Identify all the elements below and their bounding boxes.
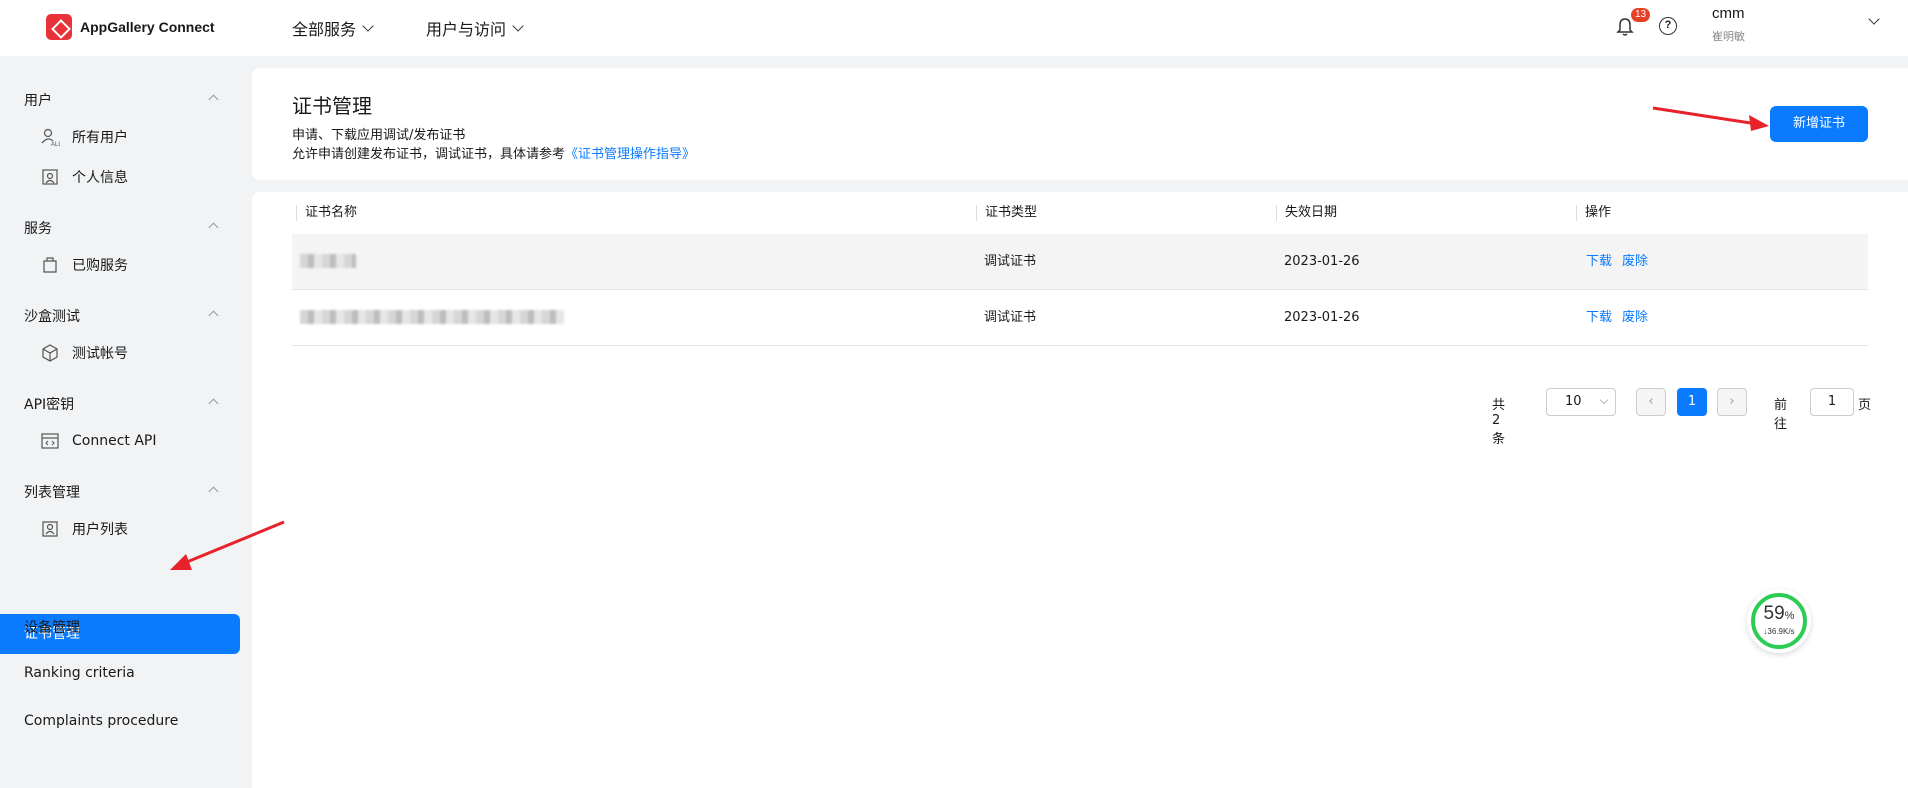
sidebar-item-label: 所有用户 xyxy=(72,130,128,146)
chevron-down-icon xyxy=(362,19,374,32)
sidebar-item-ranking-criteria[interactable]: Ranking criteria xyxy=(24,665,135,681)
user-name: cmm xyxy=(1712,5,1745,22)
sidebar-group-api-keys[interactable]: API密钥 xyxy=(24,394,74,414)
page-size-select[interactable]: 10 xyxy=(1546,388,1616,416)
speed-percent-unit: % xyxy=(1784,610,1795,622)
page-description: 申请、下载应用调试/发布证书 xyxy=(292,128,466,143)
nav-all-services-label: 全部服务 xyxy=(292,20,357,39)
app-name: AppGallery Connect xyxy=(80,19,215,35)
sidebar-item-all-users[interactable]: ALL 所有用户 xyxy=(40,127,128,147)
nav-users-access[interactable]: 用户与访问 xyxy=(426,16,524,40)
certificate-name-redacted xyxy=(300,254,356,268)
user-subname: 崔明敏 xyxy=(1712,30,1745,43)
page-description-text: 允许申请创建发布证书，调试证书，具体请参考 xyxy=(292,147,566,162)
sidebar-item-purchased-services[interactable]: 已购服务 xyxy=(40,255,128,275)
code-window-icon xyxy=(41,433,59,449)
current-page-button[interactable]: 1 xyxy=(1677,388,1707,416)
page-description-2: 允许申请创建发布证书，调试证书，具体请参考《证书管理操作指导》 xyxy=(292,143,695,162)
table-row: 调试证书 2023-01-26 下载 废除 xyxy=(292,290,1868,346)
sidebar-item-label: 用户列表 xyxy=(72,522,128,538)
column-header-type: 证书类型 xyxy=(976,205,1037,221)
column-header-name: 证书名称 xyxy=(296,205,357,221)
notification-badge: 13 xyxy=(1631,8,1651,22)
download-link[interactable]: 下载 xyxy=(1586,310,1612,325)
chevron-up-icon[interactable] xyxy=(208,398,219,409)
certificate-expiry: 2023-01-26 xyxy=(1284,254,1360,269)
sidebar-item-label: 已购服务 xyxy=(72,258,128,274)
sidebar-group-list-management[interactable]: 列表管理 xyxy=(24,482,80,502)
sidebar-item-test-accounts[interactable]: 测试帐号 xyxy=(40,343,128,363)
sidebar: 用户 ALL 所有用户 个人信息 服务 已购服务 沙盒测试 测试帐号 API密钥… xyxy=(0,56,252,788)
sidebar-item-label: 个人信息 xyxy=(72,170,128,186)
page-suffix-label: 页 xyxy=(1858,398,1872,413)
cube-icon xyxy=(42,344,58,362)
column-header-actions: 操作 xyxy=(1576,205,1611,221)
help-icon[interactable]: ? xyxy=(1659,17,1677,35)
network-speed-widget[interactable]: 59% ↓36.9K/s xyxy=(1747,589,1811,653)
download-link[interactable]: 下载 xyxy=(1586,254,1612,269)
svg-text:ALL: ALL xyxy=(51,142,60,147)
next-page-button[interactable]: › xyxy=(1717,388,1747,416)
sidebar-item-personal-info[interactable]: 个人信息 xyxy=(40,167,128,187)
revoke-link[interactable]: 废除 xyxy=(1622,310,1648,325)
all-users-icon: ALL xyxy=(41,128,60,147)
sidebar-item-complaints-procedure[interactable]: Complaints procedure xyxy=(24,713,178,729)
chevron-up-icon[interactable] xyxy=(208,486,219,497)
page-size-value: 10 xyxy=(1565,394,1582,409)
add-certificate-button[interactable]: 新增证书 xyxy=(1770,106,1868,142)
sidebar-item-connect-api[interactable]: Connect API xyxy=(40,431,157,451)
sidebar-group-services[interactable]: 服务 xyxy=(24,218,52,238)
prev-page-button[interactable]: ‹ xyxy=(1636,388,1666,416)
shopping-bag-icon xyxy=(43,257,57,273)
page-header-card: 证书管理 申请、下载应用调试/发布证书 允许申请创建发布证书，调试证书，具体请参… xyxy=(252,68,1908,180)
speed-rate: ↓36.9K/s xyxy=(1763,627,1795,636)
chevron-down-icon xyxy=(512,19,524,32)
user-list-icon xyxy=(42,521,58,537)
app-logo[interactable]: AppGallery Connect xyxy=(46,14,215,40)
nav-all-services[interactable]: 全部服务 xyxy=(292,16,374,40)
chevron-up-icon[interactable] xyxy=(208,222,219,233)
chevron-up-icon[interactable] xyxy=(208,94,219,105)
pagination-total: 共 2 条 xyxy=(1492,398,1506,447)
profile-icon xyxy=(42,169,58,185)
bell-icon[interactable] xyxy=(1616,17,1634,37)
row-actions: 下载 废除 xyxy=(1586,290,1658,346)
certificate-name-redacted xyxy=(300,310,564,324)
top-bar: AppGallery Connect 全部服务 用户与访问 13 ? cmm 崔… xyxy=(0,0,1908,56)
row-actions: 下载 废除 xyxy=(1586,234,1658,290)
sidebar-group-users[interactable]: 用户 xyxy=(24,90,52,110)
certificate-expiry: 2023-01-26 xyxy=(1284,310,1360,325)
goto-label: 前往 xyxy=(1774,398,1788,432)
user-menu[interactable]: cmm 崔明敏 xyxy=(1712,5,1745,44)
top-nav: 全部服务 用户与访问 xyxy=(292,16,576,40)
certificate-type: 调试证书 xyxy=(984,254,1037,269)
chevron-down-icon[interactable] xyxy=(1868,13,1880,25)
sidebar-item-label: Connect API xyxy=(72,433,157,449)
sidebar-item-user-list[interactable]: 用户列表 xyxy=(40,519,128,539)
certificate-type: 调试证书 xyxy=(984,310,1037,325)
revoke-link[interactable]: 废除 xyxy=(1622,254,1648,269)
sidebar-item-label: 测试帐号 xyxy=(72,346,128,362)
guide-link[interactable]: 《证书管理操作指导》 xyxy=(565,147,695,162)
table-row: 调试证书 2023-01-26 下载 废除 xyxy=(292,234,1868,290)
speed-percent: 59% xyxy=(1747,603,1811,625)
page-title: 证书管理 xyxy=(292,94,372,118)
chevron-down-icon xyxy=(1599,395,1609,405)
speed-percent-value: 59 xyxy=(1763,603,1785,624)
sidebar-item-device-management[interactable]: 设备管理 xyxy=(24,617,80,637)
appgallery-logo-icon xyxy=(46,14,72,40)
certificate-table-card: 证书名称 证书类型 失效日期 操作 调试证书 2023-01-26 下载 废除 调… xyxy=(252,192,1908,788)
column-header-expiry: 失效日期 xyxy=(1276,205,1337,221)
chevron-up-icon[interactable] xyxy=(208,310,219,321)
goto-page-input[interactable]: 1 xyxy=(1810,388,1854,416)
sidebar-group-sandbox[interactable]: 沙盒测试 xyxy=(24,306,80,326)
nav-users-access-label: 用户与访问 xyxy=(426,20,507,39)
